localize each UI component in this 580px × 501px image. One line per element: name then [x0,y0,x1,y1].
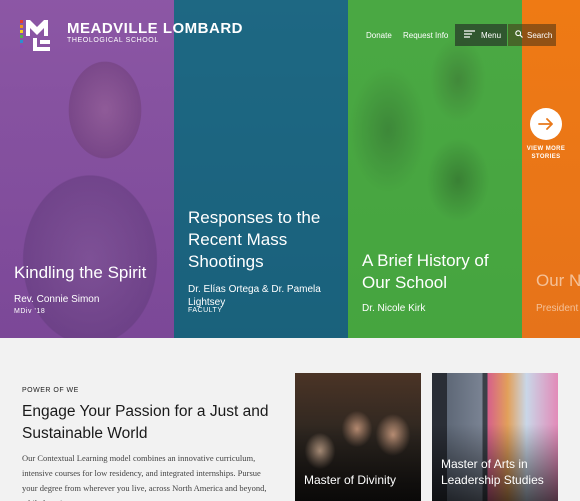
view-more-label: VIEW MORE STORIES [526,146,566,160]
section-headline: Engage Your Passion for a Just and Susta… [22,403,269,442]
donate-link[interactable]: Donate [366,31,392,40]
brand-name[interactable]: MEADVILLE LOMBARD [67,20,243,37]
story-author-role: MDiv ’18 [14,308,46,315]
logo-icon[interactable] [20,16,60,59]
story-panel-next[interactable]: Our N President S [522,0,580,338]
hamburger-icon [464,30,475,40]
story-title: Responses to the Recent Mass Shootings [188,208,321,271]
story-title: Kindling the Spirit [14,263,147,282]
story-title: A Brief History of Our School [362,251,489,292]
story-author: President S [536,303,580,314]
section-body: Our Contextual Learning model combines a… [22,453,267,501]
search-icon [515,30,523,40]
story-title: Our N [536,271,580,290]
story-author-role: FACULTY [188,307,223,314]
section-eyebrow: POWER OF WE [22,387,79,394]
menu-button[interactable]: Menu [455,24,507,46]
program-card-leadership[interactable]: Master of Arts in Leadership Studies [432,373,558,501]
hero-carousel: Kindling the Spirit Rev. Connie Simon MD… [0,0,580,338]
request-info-link[interactable]: Request Info [403,31,448,40]
story-panel-responses[interactable]: Responses to the Recent Mass Shootings D… [174,0,348,338]
story-author: Dr. Nicole Kirk [362,303,426,314]
search-label: Search [527,30,553,40]
program-title: Master of Arts in Leadership Studies [441,457,544,487]
program-card-mdiv[interactable]: Master of Divinity [295,373,421,501]
story-author: Rev. Connie Simon [14,294,100,305]
arrow-right-icon [530,108,562,140]
story-panel-history[interactable]: A Brief History of Our School Dr. Nicole… [348,0,522,338]
story-author: Dr. Elías Ortega & Dr. Pamela Lightsey [188,284,321,308]
brand-subtitle: THEOLOGICAL SCHOOL [67,37,159,44]
view-more-stories-button[interactable]: VIEW MORE STORIES [522,108,570,161]
program-title: Master of Divinity [304,473,397,487]
menu-label: Menu [481,30,502,40]
search-button[interactable]: Search [508,24,556,46]
